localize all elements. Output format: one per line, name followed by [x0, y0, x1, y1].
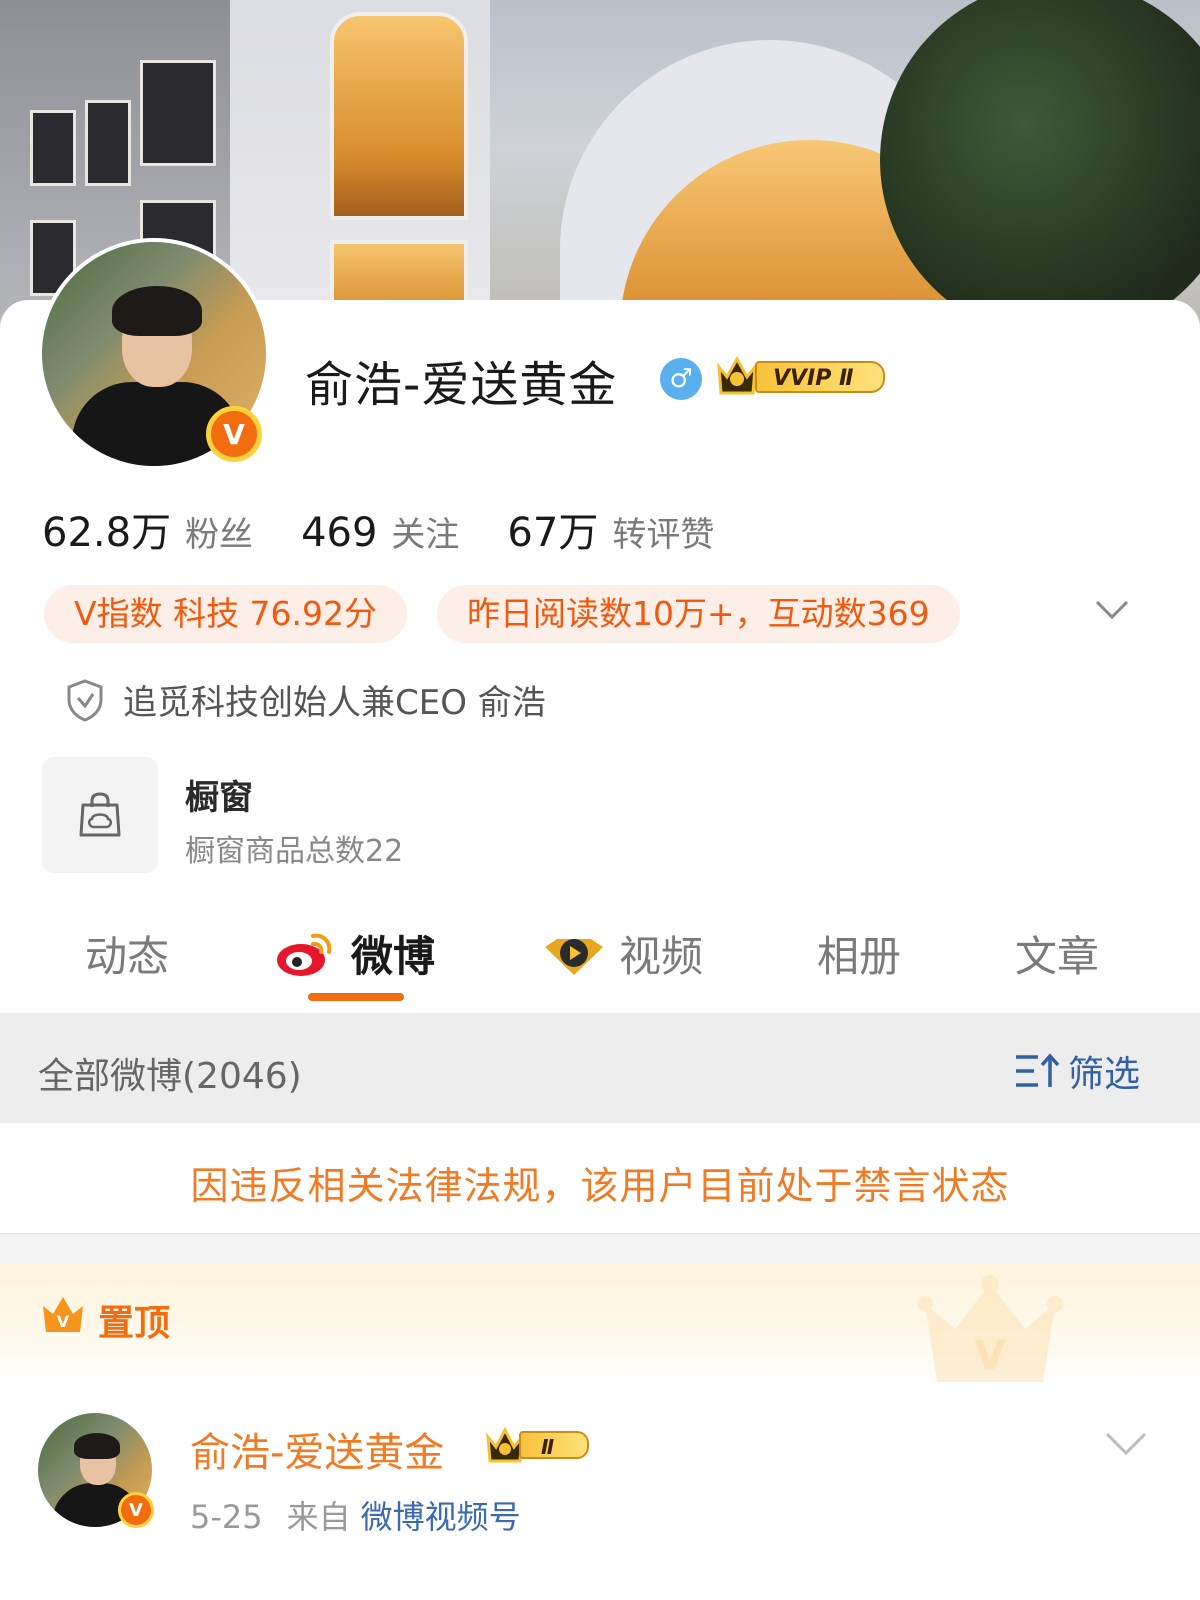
profile-avatar[interactable]: V	[38, 238, 270, 470]
shopping-bag-icon	[79, 792, 121, 837]
pinned-label: 置顶	[98, 1303, 171, 1344]
certification-text: 追觅科技创始人兼CEO 俞浩	[123, 683, 546, 723]
filter-label: 筛选	[1067, 1054, 1140, 1095]
stat-value: 62.8万	[42, 510, 172, 556]
weibo-logo-icon	[277, 933, 332, 976]
stat-likes[interactable]: 67万 转评赞	[507, 500, 714, 558]
ban-notice-text: 因违反相关法律法规，该用户目前处于禁言状态	[190, 1164, 1010, 1208]
svg-text:V: V	[975, 1333, 1006, 1379]
chevron-down-icon[interactable]	[1095, 600, 1129, 620]
ban-notice: 因违反相关法律法规，该用户目前处于禁言状态	[0, 1123, 1200, 1234]
feed-filter-bar: 全部微博(2046) 筛选	[0, 1013, 1200, 1123]
section-divider	[0, 1234, 1200, 1264]
cover-building-mid	[230, 0, 490, 330]
post-menu-chevron-icon[interactable]	[1105, 1432, 1147, 1456]
filter-sort-icon	[1015, 1053, 1060, 1087]
stat-label: 转评赞	[612, 515, 715, 555]
tab-weibo[interactable]: 微博	[275, 923, 435, 984]
shop-window-button[interactable]	[42, 757, 158, 873]
tab-dynamic[interactable]: 动态	[85, 923, 169, 984]
crown-icon	[717, 355, 757, 395]
post-verified-v-icon: V	[118, 1492, 154, 1528]
post-vip-label: Ⅱ	[519, 1431, 589, 1459]
cover-tree	[880, 0, 1200, 330]
vvip-label: VVIP Ⅱ	[755, 361, 885, 393]
profile-tabs: 动态 微博 视频 相册 文章	[0, 915, 1200, 1015]
tab-label: 文章	[1015, 932, 1100, 981]
tab-video[interactable]: 视频	[543, 923, 703, 984]
pinned-header: V 置顶 V	[0, 1264, 1200, 1384]
shop-window-title[interactable]: 橱窗	[185, 770, 253, 819]
tab-label: 相册	[817, 932, 902, 981]
tab-label: 视频	[619, 932, 704, 981]
tab-label: 微博	[351, 932, 436, 981]
svg-text:V: V	[57, 1312, 70, 1331]
stat-label: 关注	[391, 515, 460, 555]
tab-album[interactable]: 相册	[817, 923, 901, 984]
reads-pill[interactable]: 昨日阅读数10万+，互动数369	[437, 585, 960, 643]
male-gender-icon: ♂	[660, 358, 702, 400]
post-date: 5-25	[190, 1498, 263, 1536]
stat-following[interactable]: 469 关注	[301, 507, 459, 556]
stat-label: 粉丝	[185, 515, 254, 555]
active-tab-indicator	[308, 993, 404, 1001]
filter-button[interactable]: 筛选	[1014, 1045, 1140, 1097]
video-channel-icon	[545, 938, 603, 975]
v-index-pill[interactable]: V指数 科技 76.92分	[44, 585, 408, 643]
all-weibo-count[interactable]: 全部微博(2046)	[38, 1047, 302, 1099]
tab-label: 动态	[85, 932, 170, 981]
post-source-link[interactable]: 微博视频号	[361, 1498, 521, 1536]
profile-name: 俞浩-爱送黄金	[305, 357, 618, 413]
stat-value: 67万	[507, 510, 599, 556]
tab-articles[interactable]: 文章	[1015, 923, 1099, 984]
decorative-crown-icon: V	[917, 1275, 1063, 1382]
post-meta: 5-25 来自 微博视频号	[190, 1492, 521, 1538]
pinned-crown-icon: V	[43, 1297, 83, 1332]
stat-value: 469	[301, 510, 378, 556]
post-author-name[interactable]: 俞浩-爱送黄金	[190, 1420, 444, 1478]
stat-fans[interactable]: 62.8万 粉丝	[42, 500, 253, 558]
profile-stats: 62.8万 粉丝 469 关注 67万 转评赞	[42, 500, 762, 558]
post-from-label: 来自	[286, 1498, 351, 1536]
certification-row: 追觅科技创始人兼CEO 俞浩	[65, 675, 546, 724]
shop-window-count: 橱窗商品总数22	[185, 834, 404, 869]
shield-check-icon	[67, 678, 103, 722]
verified-v-icon: V	[206, 406, 262, 462]
